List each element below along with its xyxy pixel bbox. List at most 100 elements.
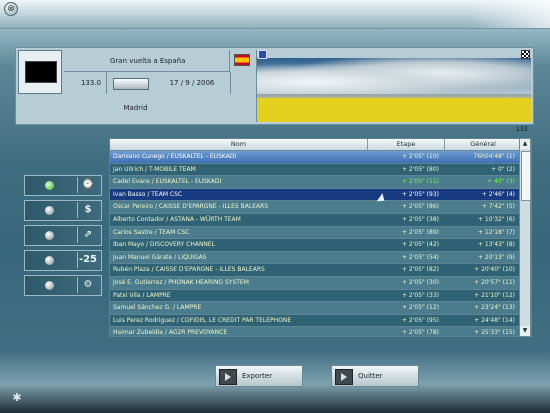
table-row[interactable]: Damiano Cunego / EUSKALTEL - EUSKADI + 2'… — [110, 151, 531, 164]
stage-time: + 2'05" (80) — [401, 165, 439, 173]
col-general[interactable]: Général — [445, 139, 522, 150]
general-time: + 7'42" (5) — [481, 203, 515, 211]
rider-name: Juan Manuel Gárate / LIQUIGAS — [113, 253, 207, 261]
col-nom[interactable]: Nom — [110, 139, 368, 150]
table-row[interactable]: Luis Perez Rodriguez / COFIDIS, LE CREDI… — [110, 314, 531, 328]
stage-profile — [256, 50, 531, 122]
general-time: + 20'40" (10) — [474, 266, 515, 274]
radio-toggle[interactable] — [45, 181, 54, 190]
rider-name: Rubén Plaza / CAISSE D'EPARGNE - ILLES B… — [113, 266, 265, 274]
race-info-panel: Gran vuelta a España 133.0 17 / 9 / 2006… — [15, 47, 534, 125]
rider-name: Jan Ullrich / T-MOBILE TEAM — [113, 165, 196, 173]
table-header: Nom Etape Général — [110, 139, 531, 151]
profile-end-km: 133 — [516, 126, 528, 133]
general-time: + 12'18" (7) — [477, 228, 515, 236]
filter-row[interactable]: $ — [24, 200, 102, 221]
mountain-marker-icon — [258, 50, 267, 59]
play-icon — [219, 369, 237, 385]
rider-name: Iban Mayo / DISCOVERY CHANNEL — [113, 241, 216, 249]
rider-name: Oscar Pereiro / CAISSE D'EPARGNE - ILLES… — [113, 203, 269, 211]
radio-toggle[interactable] — [45, 231, 54, 240]
filter-row[interactable]: ⌚ — [24, 175, 102, 196]
filter-icon: ⚙ — [77, 277, 98, 293]
filter-row[interactable]: -25 — [24, 250, 102, 271]
filter-row[interactable]: ⇗ — [24, 225, 102, 246]
stage-time: + 2'05" (10) — [401, 153, 439, 160]
stage-time: + 2'05" (12) — [401, 304, 439, 312]
col-etape[interactable]: Etape — [368, 139, 445, 150]
filter-icon: -25 — [77, 252, 98, 268]
table-row[interactable]: Oscar Pereiro / CAISSE D'EPARGNE - ILLES… — [110, 201, 531, 214]
radio-toggle[interactable] — [45, 206, 54, 215]
rider-name: Patxi Vila / LAMPRE — [113, 291, 171, 299]
radio-toggle[interactable] — [45, 256, 54, 265]
stage-time: + 2'05" (11) — [401, 178, 439, 186]
export-button[interactable]: Exporter — [215, 365, 303, 387]
table-row[interactable]: Iban Mayo / DISCOVERY CHANNEL + 2'05" (42… — [110, 239, 531, 252]
tv-logo-icon — [18, 50, 62, 94]
general-time: + 21'10" (12) — [474, 291, 515, 299]
rider-name: Samuel Sánchez G. / LAMPRE — [113, 304, 202, 312]
table-row[interactable]: Samuel Sánchez G. / LAMPRE + 2'05" (12) + … — [110, 302, 531, 315]
general-time: + 23'24" (13) — [474, 304, 515, 312]
rider-name: Alberto Contador / ASTANA - WÜRTH TEAM — [113, 215, 241, 223]
rider-name: Ivan Basso / TEAM CSC — [113, 190, 183, 198]
finish-flag-icon — [521, 50, 530, 59]
table-row[interactable]: Jan Ullrich / T-MOBILE TEAM + 2'05" (80) +… — [110, 163, 531, 177]
stage-time: + 2'05" (42) — [401, 241, 439, 249]
stage-time: + 2'05" (82) — [401, 266, 439, 274]
general-time: + 24'48" (14) — [474, 316, 515, 324]
stage-time: + 2'05" (89) — [401, 228, 439, 236]
race-name: Gran vuelta a España — [64, 50, 230, 72]
general-time: + 13'43" (8) — [477, 241, 515, 249]
rider-name: Cadel Evans / EUSKALTEL - EUSKADI — [113, 178, 222, 186]
finish-city: Madrid — [123, 104, 148, 112]
stage-time: + 2'05" (95) — [401, 316, 439, 324]
rider-name: Haimar Zubeldia / AG2R PREVOYANCE — [113, 329, 228, 337]
title-bar: ⊗ — [0, 0, 550, 29]
scroll-up-icon[interactable]: ▲ — [520, 139, 530, 149]
general-time: + 20'13" (9) — [477, 253, 515, 261]
stage-distance: 133.0 — [64, 72, 107, 94]
ranking-filters: ⌚ $ ⇗ -25 ⚙ — [24, 175, 102, 300]
table-scrollbar[interactable]: ▲ ▼ — [519, 138, 531, 337]
general-time: + 20'57" (11) — [474, 278, 515, 286]
table-row[interactable]: Ivan Basso / TEAM CSC + 2'05" (93) + 2'46"… — [110, 188, 531, 202]
general-time: + 2'46" (4) — [481, 190, 515, 198]
filter-icon: ⇗ — [77, 227, 98, 243]
stage-time: + 2'05" (30) — [401, 278, 439, 286]
table-row[interactable]: Patxi Vila / LAMPRE + 2'05" (33) + 21'10" … — [110, 289, 531, 303]
general-time: + 40" (3) — [487, 178, 515, 186]
general-time: + 0" (2) — [491, 165, 515, 173]
rider-name: Luis Perez Rodriguez / COFIDIS, LE CREDI… — [113, 316, 292, 324]
rider-name: José E. Gutierrez / PHONAK HEARING SYSTE… — [113, 278, 249, 286]
radio-toggle[interactable] — [45, 281, 54, 290]
table-row[interactable]: Haimar Zubeldia / AG2R PREVOYANCE + 2'05"… — [110, 327, 531, 337]
table-row[interactable]: Carlos Sastre / TEAM CSC + 2'05" (89) + 12… — [110, 226, 531, 240]
filter-icon: $ — [77, 202, 98, 218]
general-time: + 10'32" (6) — [477, 215, 515, 223]
ranking-table: Nom Etape Général Damiano Cunego / EUSKA… — [109, 138, 532, 337]
quit-button[interactable]: Quitter — [331, 365, 419, 387]
scroll-down-icon[interactable]: ▼ — [520, 326, 530, 336]
table-row[interactable]: Juan Manuel Gárate / LIQUIGAS + 2'05" (54… — [110, 251, 531, 265]
race-date: 17 / 9 / 2006 — [154, 72, 231, 94]
table-row[interactable]: Alberto Contador / ASTANA - WÜRTH TEAM + … — [110, 213, 531, 227]
stage-time: + 2'05" (33) — [401, 291, 439, 299]
stage-time: + 2'05" (54) — [401, 253, 439, 261]
rider-name: Carlos Sastre / TEAM CSC — [113, 228, 190, 236]
rider-name: Damiano Cunego / EUSKALTEL - EUSKADI — [113, 153, 237, 160]
filter-icon: ⌚ — [77, 177, 98, 193]
filter-row[interactable]: ⚙ — [24, 275, 102, 296]
play-icon — [335, 369, 353, 385]
spain-flag-icon — [234, 54, 250, 66]
distance-bar-icon — [113, 78, 149, 90]
stage-time: + 2'05" (38) — [401, 215, 439, 223]
settings-icon[interactable]: ✱ — [8, 391, 26, 407]
stage-time: + 2'05" (78) — [401, 329, 439, 337]
table-row[interactable]: José E. Gutierrez / PHONAK HEARING SYSTE… — [110, 276, 531, 290]
scroll-thumb[interactable] — [521, 151, 531, 201]
close-icon[interactable]: ⊗ — [4, 2, 18, 16]
table-row[interactable]: Rubén Plaza / CAISSE D'EPARGNE - ILLES B… — [110, 264, 531, 277]
table-row[interactable]: Cadel Evans / EUSKALTEL - EUSKADI + 2'05"… — [110, 176, 531, 189]
